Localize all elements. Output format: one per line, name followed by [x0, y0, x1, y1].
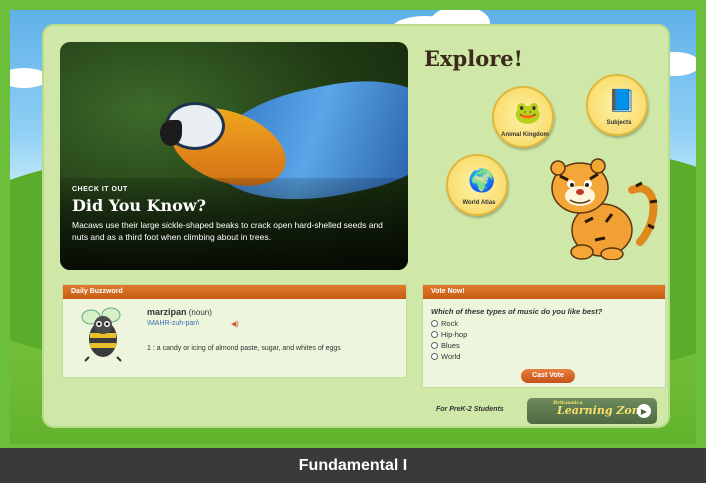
cast-vote-button[interactable]: Cast Vote	[521, 369, 575, 383]
explore-title: Explore!	[424, 46, 523, 71]
book-icon: 📘	[608, 88, 636, 113]
buzzword-entry: marzipan (noun)	[147, 307, 212, 317]
vote-question: Which of these types of music do you lik…	[431, 307, 603, 316]
radio-button[interactable]	[431, 320, 438, 327]
hero-kicker: CHECK IT OUT	[72, 186, 128, 193]
world-atlas-button[interactable]: 🌍 World Atlas	[446, 154, 508, 216]
radio-button[interactable]	[431, 331, 438, 338]
fundamental-label-bar: Fundamental I	[0, 448, 706, 483]
badge-label: Animal Kingdom	[501, 132, 549, 138]
buzzword-definition: 1 : a candy or icing of almond paste, su…	[147, 345, 341, 352]
learning-zone-button[interactable]: Britannica Learning Zone ▶	[527, 398, 657, 424]
globe-icon: 🌍	[468, 168, 496, 193]
buzzword-word[interactable]: marzipan	[147, 307, 187, 317]
vote-option-world[interactable]: World	[431, 352, 460, 361]
arrow-right-icon: ▶	[637, 404, 651, 418]
vote-option-label: Rock	[441, 319, 459, 328]
vote-option-hip-hop[interactable]: Hip-hop	[431, 330, 467, 339]
radio-button[interactable]	[431, 353, 438, 360]
vote-option-label: Blues	[441, 341, 460, 350]
buzzword-pos: (noun)	[188, 308, 212, 317]
vote-option-label: World	[441, 352, 461, 361]
vote-option-label: Hip-hop	[441, 330, 468, 339]
macaw-beak	[160, 120, 182, 146]
hero-title[interactable]: Did You Know?	[72, 196, 396, 215]
outer-frame: CHECK IT OUT Did You Know? Macaws use th…	[0, 0, 706, 483]
animal-kingdom-button[interactable]: 🐸 Animal Kingdom	[492, 86, 554, 148]
frog-icon: 🐸	[514, 100, 542, 125]
bee-mascot	[81, 307, 122, 362]
prek-label: For PreK-2 Students	[436, 406, 504, 413]
hero-text: Macaws use their large sickle-shaped bea…	[72, 220, 383, 242]
buzzword-header: Daily Buzzword	[63, 285, 406, 299]
vote-header: Vote Now!	[423, 285, 665, 299]
vote-option-blues[interactable]: Blues	[431, 341, 460, 350]
tiger-mascot	[550, 158, 658, 260]
buzzword-pronunciation: \MAHR-zuh-pan\	[147, 320, 200, 327]
radio-button[interactable]	[431, 342, 438, 349]
vote-now-panel: Vote Now! Which of these types of music …	[422, 284, 666, 388]
badge-label: World Atlas	[462, 200, 496, 206]
subjects-button[interactable]: 📘 Subjects	[586, 74, 648, 136]
vote-option-rock[interactable]: Rock	[431, 319, 458, 328]
daily-buzzword-panel: Daily Buzzword marzipan (noun) \MAHR-zuh…	[62, 284, 407, 378]
did-you-know-hero[interactable]: CHECK IT OUT Did You Know? Macaws use th…	[60, 42, 408, 270]
hero-caption: CHECK IT OUT Did You Know? Macaws use th…	[60, 178, 408, 270]
lz-brand: Britannica	[553, 400, 583, 406]
speaker-icon[interactable]: ◀)	[231, 320, 239, 328]
badge-label: Subjects	[606, 120, 632, 126]
